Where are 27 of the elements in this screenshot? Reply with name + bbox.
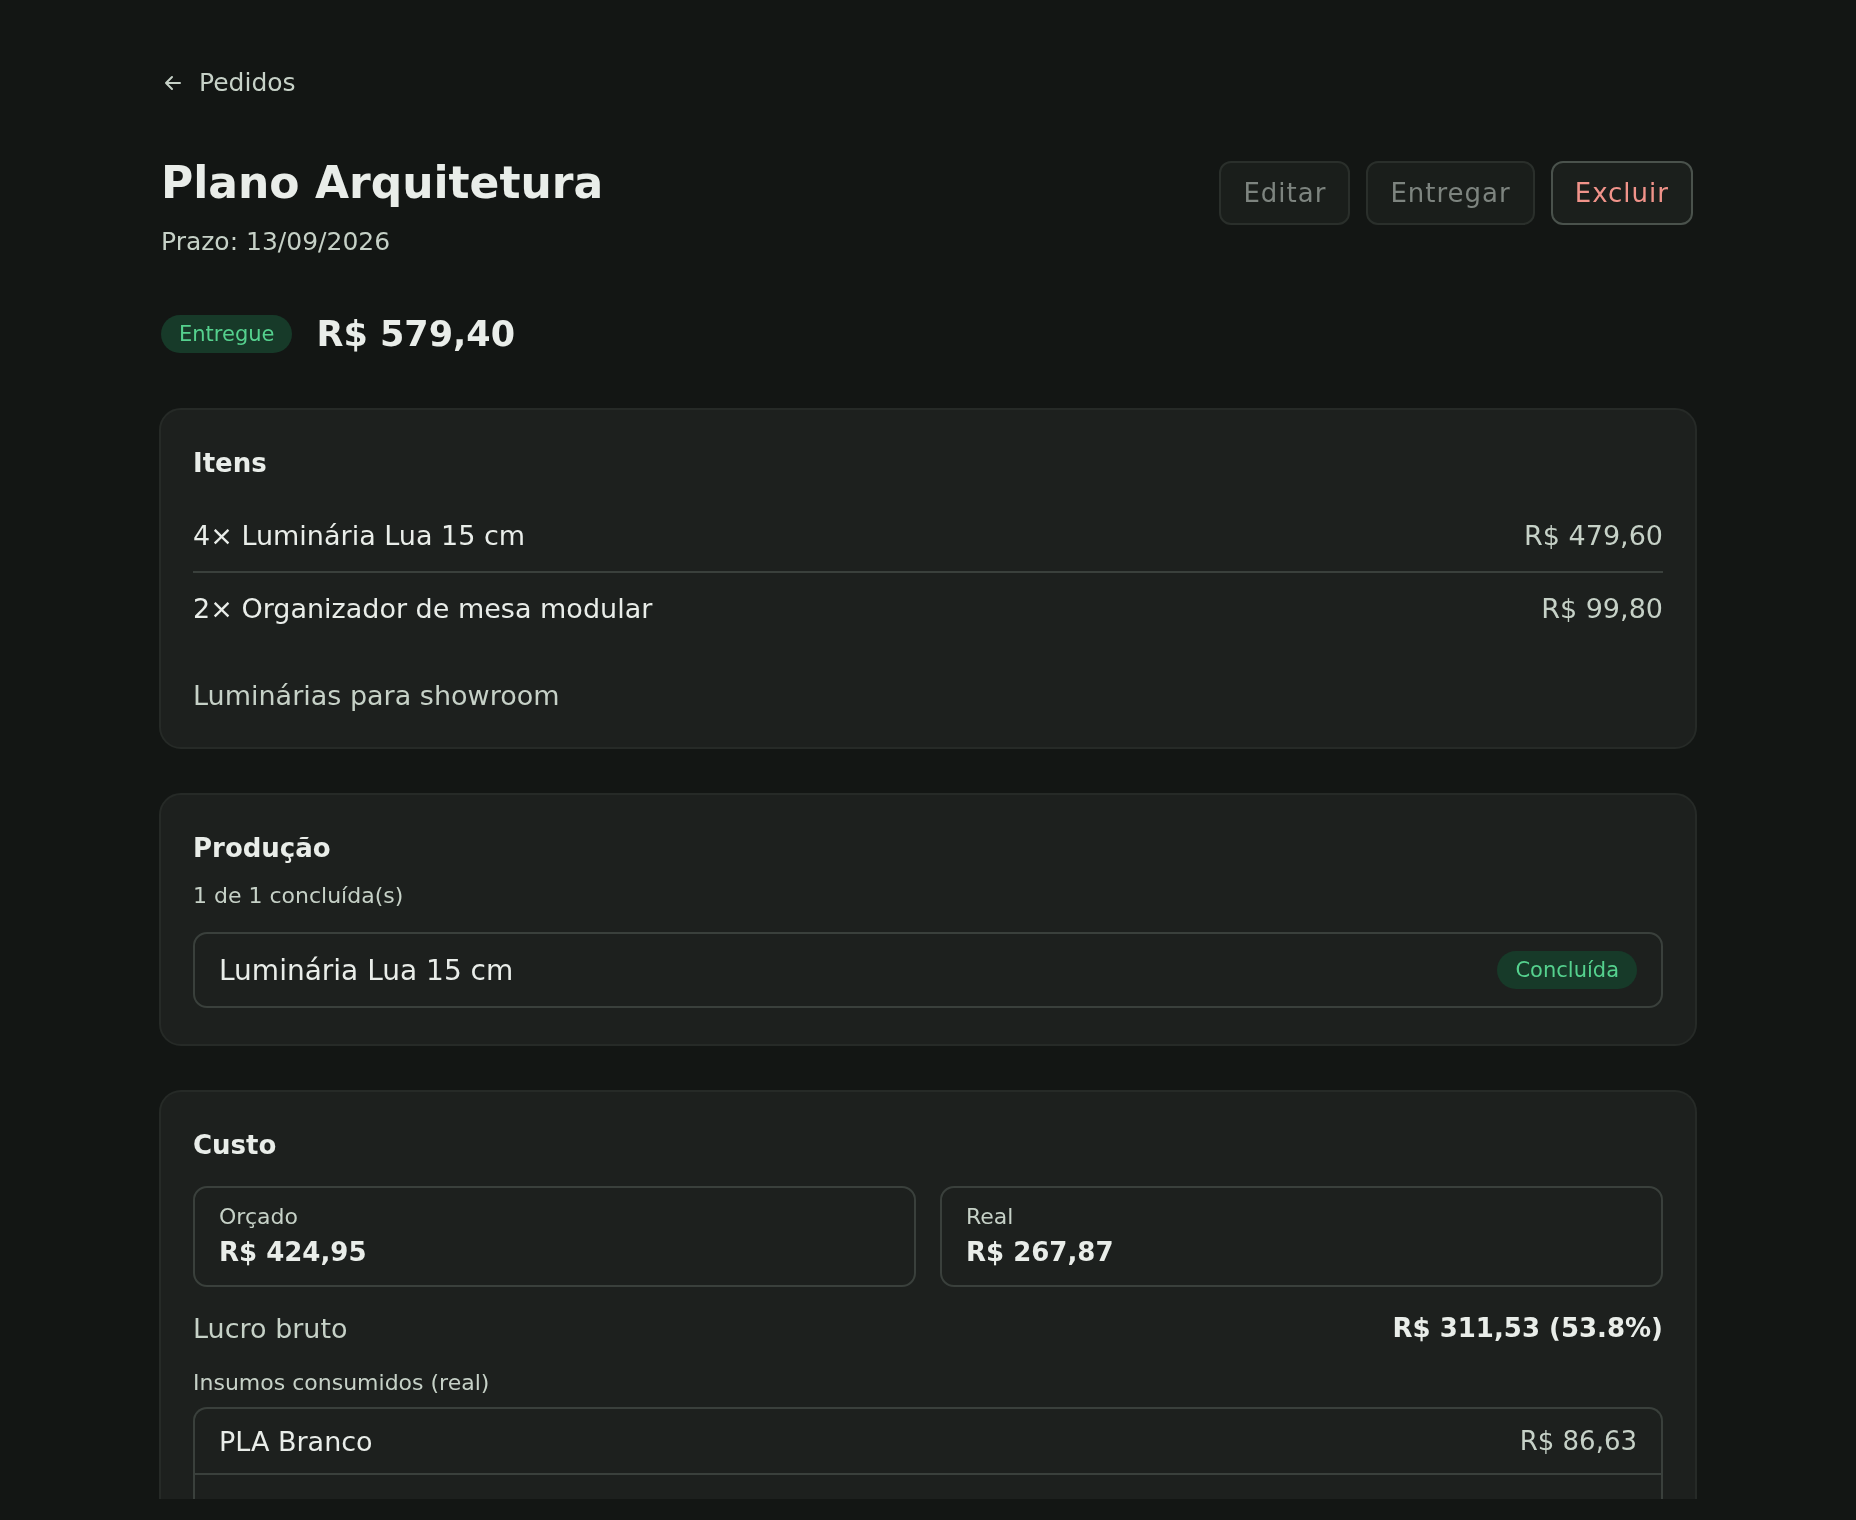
cost-label: Orçado <box>219 1204 299 1229</box>
status-badge: Concluída <box>1497 951 1637 989</box>
production-summary: 1 de 1 concluída(s) <box>193 883 405 908</box>
card-title: Itens <box>193 448 268 478</box>
order-note: Luminárias para showroom <box>193 680 561 711</box>
materials-title: Insumos consumidos (real) <box>193 1370 491 1395</box>
material-name: PLA Branco <box>219 1425 373 1457</box>
item-name: 4× Luminária Lua 15 cm <box>193 520 526 551</box>
material-cost: R$ 86,63 <box>1519 1426 1637 1456</box>
back-link[interactable]: Pedidos <box>161 68 296 97</box>
order-total: R$ 579,40 <box>316 314 516 354</box>
page-title: Plano Arquitetura <box>161 156 604 210</box>
status-badge: Entregue <box>161 315 293 353</box>
task-name: Luminária Lua 15 cm <box>219 953 514 987</box>
cost-value: R$ 267,87 <box>966 1237 1115 1267</box>
back-link-label[interactable]: Pedidos <box>199 68 296 97</box>
action-button[interactable]: Excluir <box>1550 161 1693 225</box>
profit-label: Lucro bruto <box>193 1313 348 1344</box>
card-title: Produção <box>193 833 332 863</box>
item-price: R$ 99,80 <box>1541 593 1663 624</box>
cost-label: Real <box>966 1204 1015 1229</box>
item-name: 2× Organizador de mesa modular <box>193 593 653 624</box>
card-title: Custo <box>193 1130 278 1160</box>
profit-value: R$ 311,53 (53.8%) <box>1392 1313 1663 1344</box>
cost-value: R$ 424,95 <box>219 1237 368 1267</box>
item-price: R$ 479,60 <box>1524 520 1663 551</box>
deadline-text: Prazo: 13/09/2026 <box>161 227 392 256</box>
